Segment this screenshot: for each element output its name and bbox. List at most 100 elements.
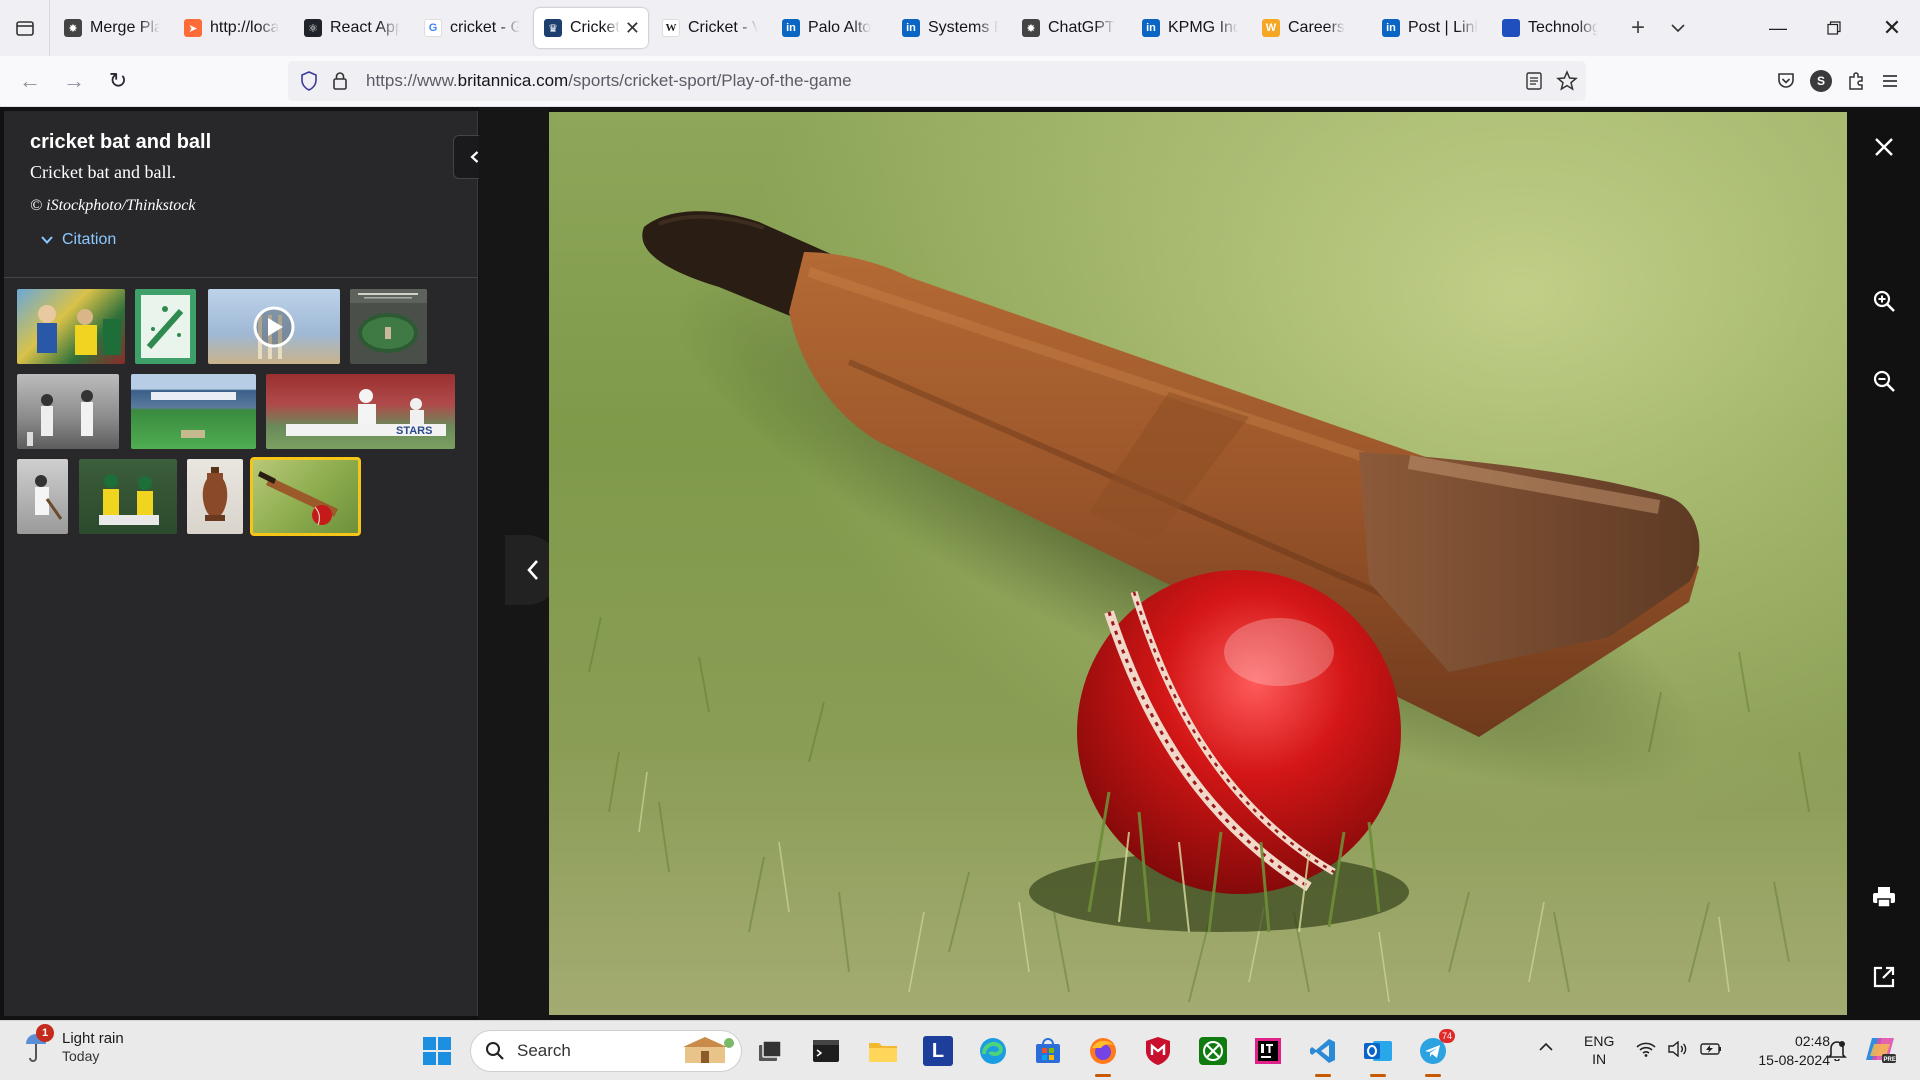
tab-3[interactable]: Gcricket - G <box>414 8 530 48</box>
arrow-left-icon: ← <box>19 68 41 93</box>
copilot-icon: PRE <box>1866 1038 1896 1063</box>
tab-6[interactable]: in Palo Alto <box>772 8 888 48</box>
tab-5[interactable]: W Cricket - V <box>652 8 768 48</box>
media-credit: © iStockphoto/Thinkstock <box>30 197 196 214</box>
open-in-new-window-button[interactable] <box>1864 957 1904 997</box>
clock[interactable]: 02:48 15-08-2024 <box>1758 1032 1830 1070</box>
tab-1[interactable]: ➤ http://loca <box>174 8 290 48</box>
weather-alert-badge: 1 <box>36 1023 54 1042</box>
lock-icon[interactable] <box>332 71 348 91</box>
extensions-puzzle-icon[interactable] <box>1846 71 1866 91</box>
thumbnail-cricket-bat-and-ball-selected[interactable] <box>250 457 361 536</box>
restore-button[interactable] <box>1806 0 1862 56</box>
show-hidden-icons-button[interactable] <box>1538 1039 1554 1055</box>
intellij-app[interactable] <box>1248 1031 1288 1071</box>
print-icon <box>1873 887 1895 908</box>
tab-9[interactable]: in KPMG Ind <box>1132 8 1248 48</box>
reload-button[interactable]: ↻ <box>96 61 140 101</box>
input-language-indicator[interactable]: ENG IN <box>1584 1032 1614 1068</box>
tab-10[interactable]: W Careers <box>1252 8 1368 48</box>
lenovo-vantage-app[interactable]: L <box>918 1031 958 1071</box>
new-tab-button[interactable]: + <box>1618 8 1658 48</box>
tab-4[interactable]: ♛ Cricket ✕ <box>534 8 648 48</box>
thumbnail-batsman-wicketkeeper[interactable]: STARS <box>266 374 455 449</box>
thumbnail-cricket-fielders[interactable] <box>79 459 177 534</box>
tab-7[interactable]: in Systems E <box>892 8 1008 48</box>
system-status-area[interactable] <box>1636 1041 1722 1057</box>
tab-label: Cricket - V <box>688 19 758 36</box>
reload-icon: ↻ <box>108 68 128 93</box>
thumbnail-cricket-match-players[interactable] <box>17 289 125 364</box>
address-bar[interactable]: https://www.britannica.com/sports/cricke… <box>288 61 1586 101</box>
back-button[interactable]: ← <box>8 61 52 101</box>
windows-taskbar: 1 Light rain Today Search L 74 ENG IN 02… <box>0 1020 1920 1080</box>
tab-bar: ✸ Merge Pla ➤ http://loca ⚛ React App Gcricket… <box>0 0 1920 56</box>
tab-label: Palo Alto <box>808 19 872 36</box>
close-tab-icon[interactable]: ✕ <box>625 18 640 39</box>
chevron-up-icon <box>1539 1042 1553 1051</box>
list-all-tabs-button[interactable] <box>1658 8 1698 48</box>
thumbnail-historic-batsman[interactable] <box>17 374 119 449</box>
close-viewer-button[interactable] <box>1864 127 1904 167</box>
thumbnail-historic-cricketer[interactable] <box>17 459 68 534</box>
chatgpt-icon: ✸ <box>64 19 82 37</box>
terminal-app[interactable] <box>806 1031 846 1071</box>
account-avatar[interactable]: S <box>1810 70 1832 92</box>
citation-label: Citation <box>62 231 117 248</box>
taskbar-search[interactable]: Search <box>470 1030 742 1072</box>
edge-browser-app[interactable] <box>973 1031 1013 1071</box>
pocket-icon[interactable] <box>1776 71 1796 91</box>
thumbnail-cricket-stadium[interactable] <box>131 374 256 449</box>
minimize-button[interactable]: — <box>1750 0 1806 56</box>
firefox-view-button[interactable] <box>0 0 50 56</box>
zoom-out-button[interactable] <box>1864 361 1904 401</box>
print-button[interactable] <box>1864 877 1904 917</box>
reader-view-icon[interactable] <box>1526 72 1542 90</box>
minimize-icon: — <box>1769 17 1787 38</box>
tracking-protection-shield-icon[interactable] <box>300 71 318 91</box>
microsoft-store-app[interactable] <box>1028 1031 1068 1071</box>
thumbnail-lords-cricket-ground[interactable] <box>350 289 427 364</box>
zoom-out-icon <box>1873 370 1895 392</box>
menu-hamburger-icon[interactable] <box>1880 71 1900 91</box>
forward-button[interactable]: → <box>52 61 96 101</box>
telegram-app[interactable]: 74 <box>1413 1029 1455 1077</box>
url-prefix: https://www. <box>366 71 458 90</box>
firefox-app[interactable] <box>1083 1031 1123 1077</box>
zoom-in-icon <box>1873 290 1895 312</box>
clock-time: 02:48 <box>1794 1033 1830 1049</box>
media-sidebar: cricket bat and ball Cricket bat and bal… <box>4 111 478 1016</box>
notifications-button[interactable] <box>1827 1039 1847 1061</box>
wikipedia-icon: W <box>662 19 680 37</box>
search-placeholder: Search <box>517 1041 571 1060</box>
thumbnail-cricket-field-diagram[interactable] <box>135 289 196 364</box>
url-text[interactable]: https://www.britannica.com/sports/cricke… <box>366 71 852 91</box>
region-code: IN <box>1592 1051 1607 1067</box>
start-button[interactable] <box>417 1031 457 1071</box>
tab-12[interactable]: Technolog <box>1492 8 1608 48</box>
media-description: Cricket bat and ball. <box>30 162 176 182</box>
thumbnail-ashes-urn[interactable] <box>187 459 243 534</box>
volume-icon <box>1668 1041 1687 1057</box>
mcafee-app[interactable] <box>1138 1031 1178 1071</box>
vscode-app[interactable] <box>1303 1031 1343 1077</box>
tab-2[interactable]: ⚛ React App <box>294 8 410 48</box>
outlook-app[interactable] <box>1358 1031 1398 1077</box>
vscode-icon <box>1310 1039 1335 1063</box>
xbox-app[interactable] <box>1193 1031 1233 1071</box>
close-window-button[interactable]: ✕ <box>1864 0 1920 56</box>
thumbnail-cricket-stumps-video[interactable] <box>208 289 340 364</box>
navigation-toolbar: ← → ↻ https://www.britannica.com/sports/… <box>0 56 1920 107</box>
tab-8[interactable]: ✸ ChatGPT <box>1012 8 1128 48</box>
task-view-button[interactable] <box>750 1031 790 1071</box>
copilot-button[interactable]: PRE <box>1864 1034 1896 1064</box>
weather-widget[interactable]: 1 Light rain Today <box>22 1023 124 1064</box>
zoom-in-button[interactable] <box>1864 281 1904 321</box>
arrow-right-icon: → <box>63 68 85 93</box>
citation-toggle[interactable]: Citation <box>30 231 453 249</box>
file-explorer-app[interactable] <box>863 1031 903 1071</box>
bookmark-blue-icon <box>1502 19 1520 37</box>
tab-0[interactable]: ✸ Merge Pla <box>54 8 170 48</box>
bookmark-star-icon[interactable] <box>1556 70 1578 92</box>
tab-11[interactable]: in Post | Link <box>1372 8 1488 48</box>
